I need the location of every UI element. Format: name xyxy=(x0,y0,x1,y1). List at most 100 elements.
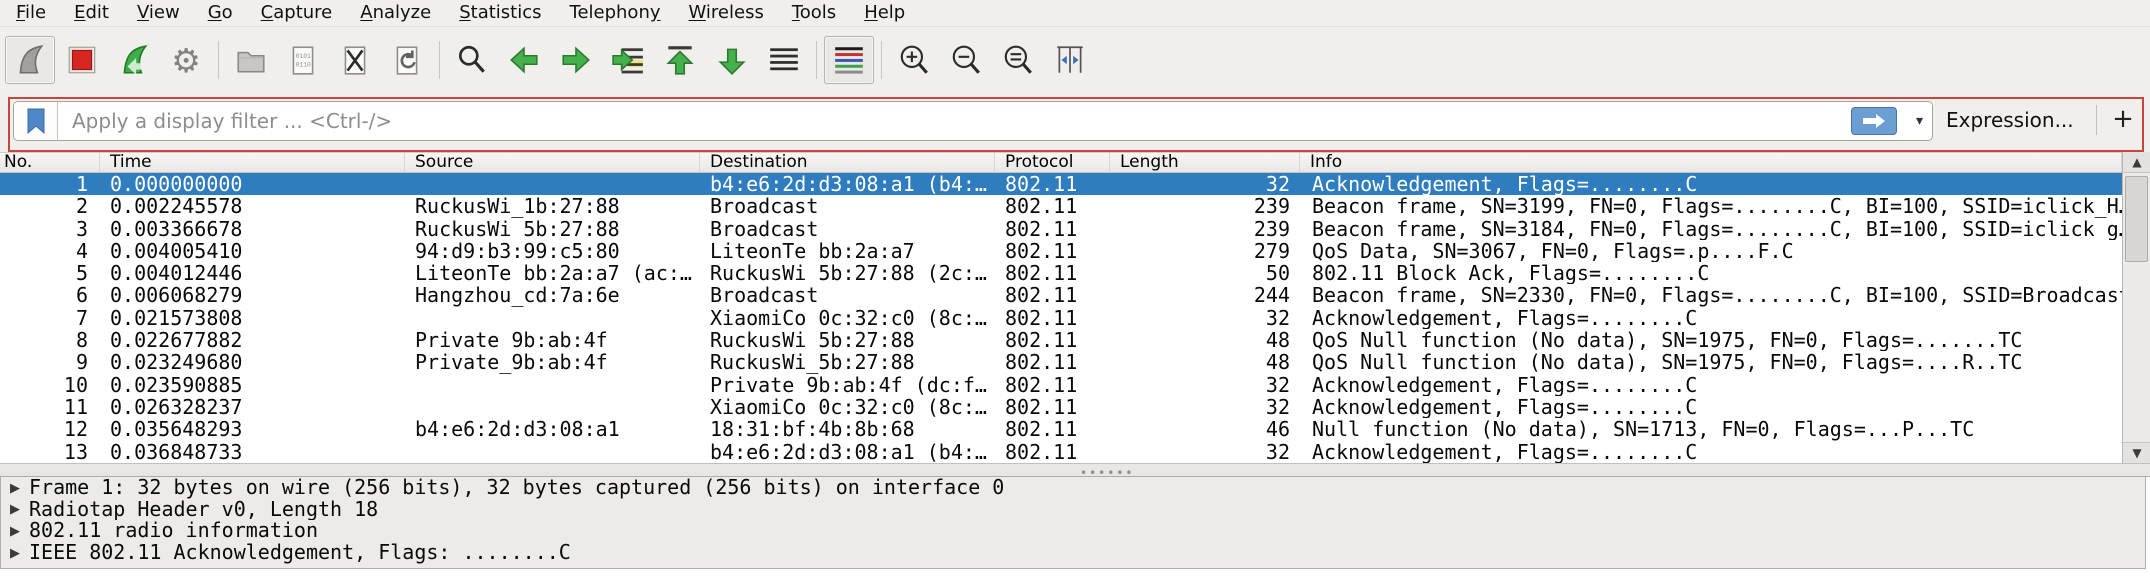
packet-cell-no: 13 xyxy=(0,441,100,463)
stop-capture-button[interactable] xyxy=(57,36,107,84)
zoom-original-button[interactable] xyxy=(993,36,1043,84)
menu-wireless[interactable]: Wireless xyxy=(675,0,778,27)
packet-cell-destination: XiaomiCo_0c:32:c0 (8c:… xyxy=(700,307,995,329)
packet-row[interactable]: 100.023590885Private_9b:ab:4f (dc:f…802.… xyxy=(0,374,2122,396)
packet-cell-length: 32 xyxy=(1110,441,1300,463)
packet-list-scrollbar[interactable]: ▲ ▼ xyxy=(2122,152,2150,463)
column-header-destination[interactable]: Destination xyxy=(700,153,995,172)
menu-file[interactable]: File xyxy=(2,0,60,27)
colorize-packets-button[interactable] xyxy=(824,36,874,84)
expand-triangle-icon[interactable]: ▶ xyxy=(1,478,29,499)
column-header-protocol[interactable]: Protocol xyxy=(995,153,1110,172)
display-filter-input[interactable] xyxy=(13,101,1933,141)
expand-triangle-icon[interactable]: ▶ xyxy=(1,543,29,564)
arrow-right-icon xyxy=(1861,113,1887,129)
packet-row[interactable]: 120.035648293b4:e6:2d:d3:08:a118:31:bf:4… xyxy=(0,418,2122,440)
packet-row[interactable]: 30.003366678RuckusWi_5b:27:88Broadcast80… xyxy=(0,218,2122,240)
menu-view[interactable]: View xyxy=(123,0,194,27)
packet-row[interactable]: 40.00400541094:d9:b3:99:c5:80LiteonTe_bb… xyxy=(0,240,2122,262)
menu-help[interactable]: Help xyxy=(850,0,919,27)
detail-row[interactable]: ▶Radiotap Header v0, Length 18 xyxy=(1,499,2145,521)
packet-row[interactable]: 130.036848733b4:e6:2d:d3:08:a1 (b4:…802.… xyxy=(0,441,2122,463)
pane-splitter[interactable]: •••••• xyxy=(0,463,2150,477)
capture-options-button[interactable]: ⚙ xyxy=(161,36,211,84)
shark-fin-icon xyxy=(13,43,47,77)
packet-cell-length: 279 xyxy=(1110,240,1300,262)
packet-cell-time: 0.004005410 xyxy=(100,240,405,262)
menu-edit[interactable]: Edit xyxy=(60,0,123,27)
column-header-time[interactable]: Time xyxy=(100,153,405,172)
packet-cell-length: 50 xyxy=(1110,262,1300,284)
scrollbar-down-button[interactable]: ▼ xyxy=(2123,442,2150,463)
packet-row[interactable]: 60.006068279Hangzhou_cd:7a:6eBroadcast80… xyxy=(0,284,2122,306)
filter-bookmark-button[interactable] xyxy=(14,102,58,140)
packet-cell-length: 239 xyxy=(1110,195,1300,217)
triangle-up-icon: ▲ xyxy=(2132,155,2141,169)
go-last-button[interactable] xyxy=(707,36,757,84)
toolbar-separator xyxy=(439,41,440,79)
find-packet-button[interactable] xyxy=(447,36,497,84)
menu-analyze[interactable]: Analyze xyxy=(346,0,445,27)
packet-cell-protocol: 802.11 xyxy=(995,418,1110,440)
expand-triangle-icon[interactable]: ▶ xyxy=(1,499,29,520)
packet-row[interactable]: 80.022677882Private_9b:ab:4fRuckusWi_5b:… xyxy=(0,329,2122,351)
packet-cell-source: Private_9b:ab:4f xyxy=(405,329,700,351)
toolbar-group: 01010110 xyxy=(225,36,433,84)
packet-cell-time: 0.006068279 xyxy=(100,284,405,306)
packet-row[interactable]: 70.021573808XiaomiCo_0c:32:c0 (8c:…802.1… xyxy=(0,307,2122,329)
go-first-button[interactable] xyxy=(655,36,705,84)
packet-details-pane: ▶Frame 1: 32 bytes on wire (256 bits), 3… xyxy=(0,477,2146,569)
go-back-button[interactable] xyxy=(499,36,549,84)
auto-scroll-button[interactable] xyxy=(759,36,809,84)
go-to-packet-button[interactable] xyxy=(603,36,653,84)
save-file-button[interactable]: 01010110 xyxy=(278,36,328,84)
scrollbar-up-button[interactable]: ▲ xyxy=(2123,152,2150,173)
detail-row[interactable]: ▶IEEE 802.11 Acknowledgement, Flags: ...… xyxy=(1,542,2145,564)
go-forward-button[interactable] xyxy=(551,36,601,84)
expression-button[interactable]: Expression... xyxy=(1946,108,2074,132)
detail-row[interactable]: ▶802.11 radio information xyxy=(1,520,2145,542)
menu-telephony[interactable]: Telephony xyxy=(556,0,675,27)
column-header-source[interactable]: Source xyxy=(405,153,700,172)
resize-columns-icon xyxy=(1053,43,1087,77)
packet-cell-destination: Broadcast xyxy=(700,218,995,240)
menu-go[interactable]: Go xyxy=(194,0,247,27)
open-file-button[interactable] xyxy=(226,36,276,84)
start-capture-button[interactable] xyxy=(5,36,55,84)
close-file-button[interactable] xyxy=(330,36,380,84)
packet-cell-info: Acknowledgement, Flags=........C xyxy=(1300,374,2122,396)
menu-capture[interactable]: Capture xyxy=(247,0,347,27)
menu-statistics[interactable]: Statistics xyxy=(445,0,555,27)
goto-packet-icon xyxy=(611,43,645,77)
zoom-in-button[interactable] xyxy=(889,36,939,84)
filter-history-dropdown[interactable]: ▾ xyxy=(1916,113,1923,129)
zoom-out-button[interactable] xyxy=(941,36,991,84)
packet-cell-source xyxy=(405,173,700,195)
expand-triangle-icon[interactable]: ▶ xyxy=(1,521,29,542)
reload-file-button[interactable] xyxy=(382,36,432,84)
packet-cell-no: 2 xyxy=(0,195,100,217)
restart-capture-button[interactable] xyxy=(109,36,159,84)
packet-row[interactable]: 50.004012446LiteonTe_bb:2a:a7 (ac:…Rucku… xyxy=(0,262,2122,284)
packet-row[interactable]: 20.002245578RuckusWi_1b:27:88Broadcast80… xyxy=(0,195,2122,217)
column-header-length[interactable]: Length xyxy=(1110,153,1300,172)
arrow-right-icon xyxy=(559,43,593,77)
add-filter-button[interactable]: + xyxy=(2104,99,2142,139)
detail-row[interactable]: ▶Frame 1: 32 bytes on wire (256 bits), 3… xyxy=(1,477,2145,499)
toolbar-separator xyxy=(881,41,882,79)
packet-cell-time: 0.036848733 xyxy=(100,441,405,463)
menu-tools[interactable]: Tools xyxy=(778,0,850,27)
column-header-info[interactable]: Info xyxy=(1300,153,2122,172)
packet-cell-source: RuckusWi_5b:27:88 xyxy=(405,218,700,240)
svg-text:0110: 0110 xyxy=(296,61,311,68)
packet-row[interactable]: 110.026328237XiaomiCo_0c:32:c0 (8c:…802.… xyxy=(0,396,2122,418)
resize-columns-button[interactable] xyxy=(1045,36,1095,84)
zoom-out-icon xyxy=(949,43,983,77)
column-header-no[interactable]: No. xyxy=(0,153,100,172)
scrollbar-thumb[interactable] xyxy=(2125,176,2148,262)
apply-filter-button[interactable] xyxy=(1851,107,1897,135)
packet-row[interactable]: 10.000000000b4:e6:2d:d3:08:a1 (b4:…802.1… xyxy=(0,173,2122,195)
packet-row[interactable]: 90.023249680Private_9b:ab:4fRuckusWi_5b:… xyxy=(0,351,2122,373)
folder-icon xyxy=(234,43,268,77)
packet-cell-destination: b4:e6:2d:d3:08:a1 (b4:… xyxy=(700,173,995,195)
